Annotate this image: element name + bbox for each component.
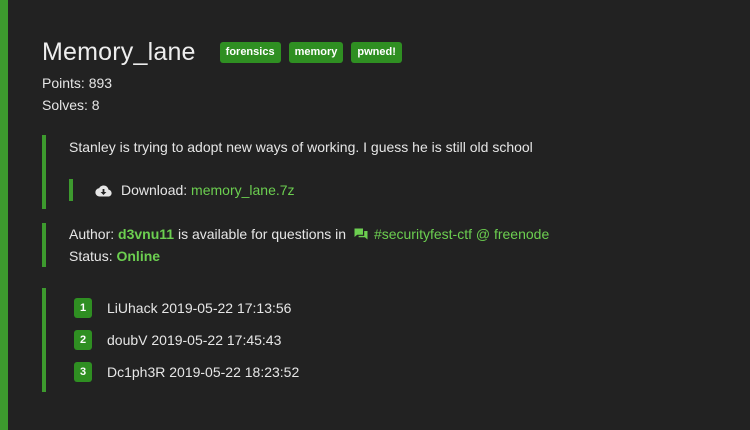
status-line: Status: Online bbox=[69, 245, 730, 267]
solve-row: 2 doubV 2019-05-22 17:45:43 bbox=[74, 324, 730, 356]
description-block: Stanley is trying to adopt new ways of w… bbox=[42, 135, 730, 209]
download-block: Download: memory_lane.7z bbox=[69, 179, 730, 201]
irc-channel-link[interactable]: #securityfest-ctf @ freenode bbox=[374, 226, 549, 242]
solve-entry: doubV 2019-05-22 17:45:43 bbox=[107, 332, 282, 348]
status-label: Status: bbox=[69, 248, 113, 264]
status-value: Online bbox=[116, 248, 161, 264]
cloud-download-icon bbox=[95, 184, 112, 197]
solves-count-label: Solves: 8 bbox=[42, 97, 100, 113]
solve-row: 3 Dc1ph3R 2019-05-22 18:23:52 bbox=[74, 356, 730, 388]
rank-badge: 2 bbox=[74, 330, 92, 350]
author-line: Author: d3vnu11 is available for questio… bbox=[69, 223, 730, 245]
download-label: Download: bbox=[121, 182, 188, 198]
rank-badge: 1 bbox=[74, 298, 92, 318]
challenge-meta: Points: 893 Solves: 8 bbox=[42, 72, 730, 116]
solve-entry: LiUhack 2019-05-22 17:13:56 bbox=[107, 300, 292, 316]
left-accent-bar bbox=[0, 0, 8, 430]
description-text: Stanley is trying to adopt new ways of w… bbox=[69, 139, 533, 155]
rank-badge: 3 bbox=[74, 362, 92, 382]
challenge-panel: Memory_lane forensics memory pwned! Poin… bbox=[42, 36, 730, 392]
challenge-title: Memory_lane bbox=[42, 37, 196, 66]
tag-memory[interactable]: memory bbox=[288, 41, 344, 63]
author-block: Author: d3vnu11 is available for questio… bbox=[42, 223, 730, 267]
author-name[interactable]: d3vnu11 bbox=[118, 226, 174, 242]
title-row: Memory_lane forensics memory pwned! bbox=[42, 36, 730, 68]
chat-icon bbox=[354, 224, 368, 240]
solve-entry: Dc1ph3R 2019-05-22 18:23:52 bbox=[107, 364, 300, 380]
solve-row: 1 LiUhack 2019-05-22 17:13:56 bbox=[74, 292, 730, 324]
tag-forensics[interactable]: forensics bbox=[219, 41, 281, 63]
author-label: Author: bbox=[69, 226, 115, 242]
solves-list: 1 LiUhack 2019-05-22 17:13:56 2 doubV 20… bbox=[42, 288, 730, 392]
author-availability-text: is available for questions in bbox=[177, 226, 347, 242]
points-label: Points: 893 bbox=[42, 75, 113, 91]
tag-pwned[interactable]: pwned! bbox=[351, 41, 402, 63]
download-link[interactable]: memory_lane.7z bbox=[191, 182, 295, 198]
